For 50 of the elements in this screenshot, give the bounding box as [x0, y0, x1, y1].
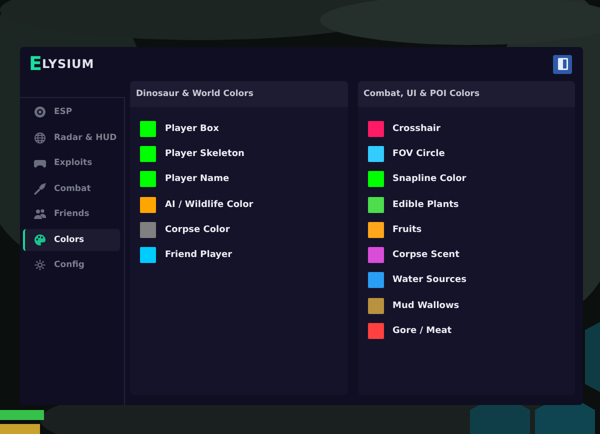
color-label: Water Sources	[392, 275, 466, 286]
color-swatch[interactable]	[140, 146, 156, 162]
sidebar-item[interactable]: Friends	[23, 203, 120, 225]
color-swatch[interactable]	[368, 222, 384, 238]
color-swatch[interactable]	[368, 196, 384, 213]
color-label: Corpse Scent	[392, 250, 460, 260]
color-label: Player Skeleton	[165, 148, 244, 159]
people-icon	[34, 208, 46, 220]
sidebar-item[interactable]: ESP	[23, 101, 120, 123]
palette-icon	[34, 234, 46, 246]
color-swatch[interactable]	[140, 196, 156, 213]
door-icon	[558, 58, 568, 70]
panel-title: Dinosaur & World Colors	[130, 81, 348, 107]
sidebar-item[interactable]: Combat	[23, 178, 120, 200]
sidebar-item[interactable]: Config	[23, 254, 120, 276]
panel-title: Combat, UI & POI Colors	[358, 81, 575, 107]
color-label: Snapline Color	[392, 174, 466, 184]
gamepad-icon	[34, 157, 46, 169]
color-swatch[interactable]	[140, 120, 156, 137]
color-label: FOV Circle	[392, 148, 445, 159]
color-swatch[interactable]	[140, 171, 156, 188]
color-swatch[interactable]	[368, 247, 384, 264]
logo-text: LYSIUM	[42, 57, 94, 71]
color-swatch[interactable]	[368, 171, 384, 188]
globe-icon	[34, 132, 46, 144]
panel-toggle-button[interactable]	[553, 54, 572, 74]
sidebar-item[interactable]: Colors	[23, 228, 120, 250]
color-label: Friend Player	[165, 250, 232, 260]
color-swatch[interactable]	[368, 298, 384, 314]
color-label: AI / Wildlife Color	[165, 200, 254, 210]
color-swatch[interactable]	[368, 120, 384, 137]
color-swatch[interactable]	[368, 323, 384, 340]
color-label: Crosshair	[392, 124, 440, 134]
color-label: Edible Plants	[392, 200, 459, 210]
color-swatch[interactable]	[140, 222, 156, 238]
color-swatch[interactable]	[140, 247, 156, 264]
color-label: Player Box	[165, 124, 219, 134]
color-label: Corpse Color	[165, 224, 230, 235]
sidebar-item[interactable]: Exploits	[23, 152, 120, 174]
target-icon	[34, 106, 46, 118]
sidebar-item[interactable]: Radar & HUD	[23, 126, 120, 148]
color-swatch[interactable]	[368, 272, 384, 288]
gear-icon	[34, 259, 46, 271]
color-label: Fruits	[392, 224, 422, 235]
color-swatch[interactable]	[368, 146, 384, 162]
sword-icon	[34, 182, 46, 194]
color-label: Gore / Meat	[392, 326, 452, 336]
color-label: Mud Wallows	[392, 300, 460, 311]
color-label: Player Name	[165, 174, 230, 184]
logo-mark: E	[29, 54, 42, 74]
